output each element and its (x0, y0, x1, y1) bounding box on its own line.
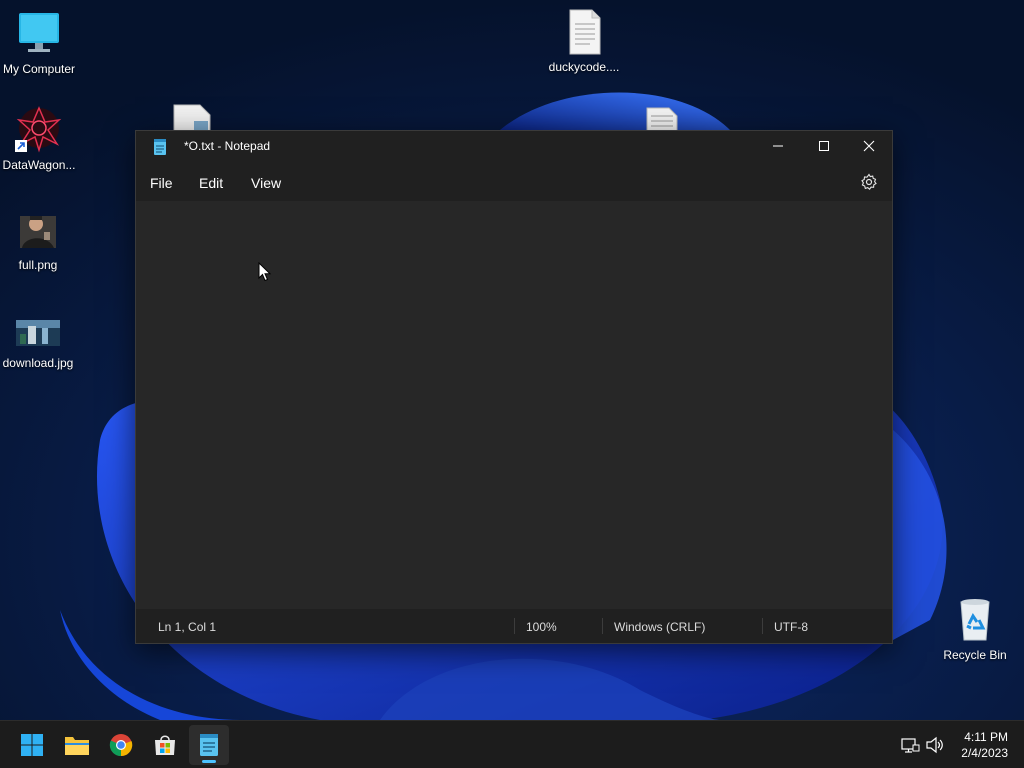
network-icon[interactable] (900, 735, 920, 755)
line-endings: Windows (CRLF) (614, 620, 706, 634)
status-bar: Ln 1, Col 1 100% Windows (CRLF) UTF-8 (136, 609, 892, 643)
file-icon (173, 104, 211, 132)
start-icon (21, 734, 43, 756)
close-icon (863, 140, 875, 152)
encoding: UTF-8 (774, 620, 808, 634)
menu-file[interactable]: File (150, 175, 173, 191)
desktop-icon-download-jpg[interactable]: download.jpg (0, 304, 78, 370)
desktop-icon-label: Recycle Bin (943, 648, 1007, 662)
maximize-button[interactable] (801, 131, 847, 161)
desktop-icon-label: full.png (18, 258, 58, 272)
taskbar-notepad[interactable] (189, 725, 229, 765)
system-clock[interactable]: 4:11 PM 2/4/2023 (961, 729, 1008, 761)
desktop-icon-recycle-bin[interactable]: Recycle Bin (935, 596, 1015, 662)
taskbar: 4:11 PM 2/4/2023 (0, 720, 1024, 768)
desktop-icon-label: duckycode.... (548, 60, 620, 74)
taskbar-chrome[interactable] (101, 725, 141, 765)
desktop-icon-label: My Computer (2, 62, 76, 76)
desktop-icon-hidden-text[interactable] (645, 106, 679, 132)
volume-icon[interactable] (925, 735, 945, 755)
monitor-icon (15, 10, 63, 58)
mouse-cursor-icon (258, 262, 272, 282)
desktop-icon-my-computer[interactable]: My Computer (0, 10, 79, 76)
taskbar-store[interactable] (145, 725, 185, 765)
desktop-icon-duckycode[interactable]: duckycode.... (544, 8, 624, 74)
minimize-icon (773, 145, 783, 147)
shortcut-app-icon (15, 106, 63, 154)
taskbar-file-explorer[interactable] (57, 725, 97, 765)
store-icon (155, 735, 175, 755)
file-explorer-icon (65, 737, 89, 755)
chrome-icon (109, 734, 133, 757)
desktop-icon-hidden-file[interactable] (172, 103, 212, 132)
clock-time: 4:11 PM (964, 730, 1008, 744)
notepad-icon (154, 139, 166, 155)
text-file-icon (560, 8, 608, 56)
desktop-icon-datawagon[interactable]: DataWagon... (0, 106, 79, 172)
image-file-icon (14, 304, 62, 352)
start-button[interactable] (12, 725, 52, 765)
minimize-button[interactable] (755, 131, 801, 161)
status-divider (514, 618, 515, 634)
text-editor[interactable] (136, 201, 892, 611)
zoom-level: 100% (526, 620, 557, 634)
desktop-icon-full-png[interactable]: full.png (0, 206, 78, 272)
notepad-icon (200, 734, 218, 756)
text-file-icon (646, 107, 678, 132)
menu-view[interactable]: View (251, 175, 281, 191)
window-title: *O.txt - Notepad (184, 139, 271, 153)
desktop-icon-label: download.jpg (2, 356, 74, 370)
recycle-bin-icon (951, 596, 999, 644)
close-button[interactable] (846, 131, 892, 161)
status-divider (602, 618, 603, 634)
active-app-indicator (202, 760, 216, 763)
image-file-icon (14, 206, 62, 254)
settings-gear-icon[interactable] (860, 173, 878, 191)
menu-edit[interactable]: Edit (199, 175, 223, 191)
notepad-window[interactable]: *O.txt - Notepad File Edit View Ln 1, Co… (135, 130, 893, 644)
cursor-position: Ln 1, Col 1 (158, 620, 217, 634)
desktop-icon-label: DataWagon... (2, 158, 76, 172)
maximize-icon (819, 141, 829, 151)
menu-bar: File Edit View (136, 163, 892, 201)
title-bar[interactable]: *O.txt - Notepad (136, 131, 892, 163)
clock-date: 2/4/2023 (961, 746, 1008, 760)
status-divider (762, 618, 763, 634)
